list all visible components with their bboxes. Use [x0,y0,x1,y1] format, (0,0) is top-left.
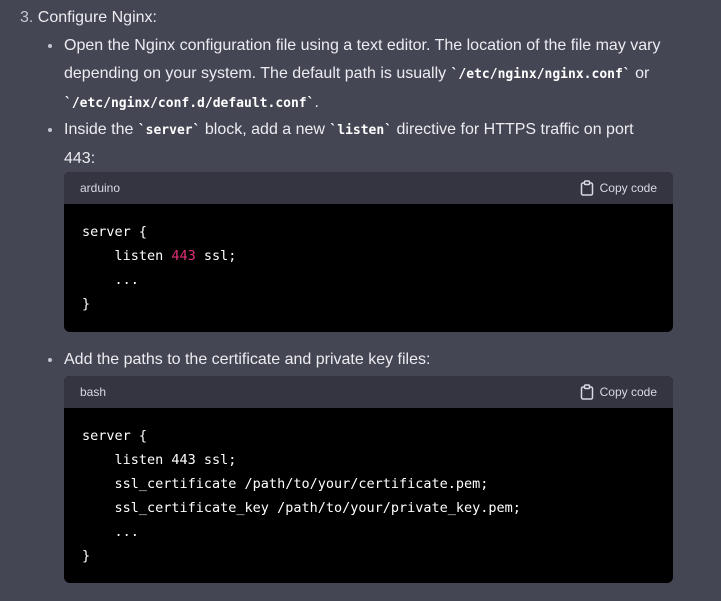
bullet-1-line-1: Open the Nginx configuration file using … [64,37,661,54]
bullet-2-line-1: Inside the `server` block, add a new `li… [64,116,664,145]
code-line: ssl_certificate_key /path/to/your/privat… [82,500,521,516]
bullet-2-text-3: directive for HTTPS traffic on port [392,121,634,138]
bullet-1-or: or [630,65,650,82]
inline-code-listen: `listen` [329,123,393,138]
code-line: ssl_certificate /path/to/your/certificat… [82,476,489,492]
copy-code-label: Copy code [599,385,657,399]
copy-code-button[interactable]: Copy code [580,384,657,400]
step-title: Configure Nginx: [37,9,157,26]
inline-code-default-conf: `/etc/nginx/conf.d/default.conf` [64,96,315,111]
code-line: listen 443 ssl; [82,244,655,268]
step-number: 3. [20,9,34,26]
code-language-label: arduino [80,181,121,195]
code-block-header: arduino Copy code [64,172,673,204]
bullet-3-line-1: Add the paths to the certificate and pri… [64,351,431,368]
code-token: listen [82,248,172,264]
code-line: ... [82,524,139,540]
code-block-arduino: arduino Copy code server { listen 443 ss… [64,172,673,332]
copy-code-button[interactable]: Copy code [580,180,657,196]
code-language-label: bash [80,385,107,399]
code-content: server { listen 443 ssl; ssl_certificate… [64,408,673,583]
code-block-bash: bash Copy code server { listen 443 ssl; … [64,376,673,583]
code-line: ... [82,272,139,288]
bullet-2-line-2: 443: [64,150,96,167]
bullet-2-text-2: block, add a new [200,121,330,138]
code-line: server { [82,224,148,240]
code-token: ssl; [195,248,237,264]
bullet-3-text: Add the paths to the certificate and pri… [64,346,664,374]
bullet-1-line-2-text: depending on your system. The default pa… [64,65,451,82]
inline-code-nginx-conf: `/etc/nginx/nginx.conf` [450,67,631,82]
bullet-1-text: Open the Nginx configuration file using … [64,32,664,118]
code-line: } [82,548,91,564]
step-heading: 3. Configure Nginx: [20,8,157,28]
bullet-2-text-1: Inside the [64,121,138,138]
bullet-1-period: . [314,94,319,111]
clipboard-icon [580,180,594,196]
bullet-1-line-3: `/etc/nginx/conf.d/default.conf`. [64,89,664,118]
code-number-token: 443 [171,248,196,264]
code-block-header: bash Copy code [64,376,673,408]
bullet-marker [48,358,52,362]
clipboard-icon [580,384,594,400]
bullet-marker [48,44,52,48]
bullet-2-text: Inside the `server` block, add a new `li… [64,116,664,173]
bullet-marker [48,128,52,132]
bullet-1-line-2: depending on your system. The default pa… [64,60,664,89]
code-content: server { listen 443 ssl; ...} [64,204,673,332]
copy-code-label: Copy code [599,181,657,195]
code-line: } [82,296,91,312]
code-line: server { [82,428,148,444]
code-line: listen 443 ssl; [82,452,237,468]
inline-code-server: `server` [137,123,201,138]
